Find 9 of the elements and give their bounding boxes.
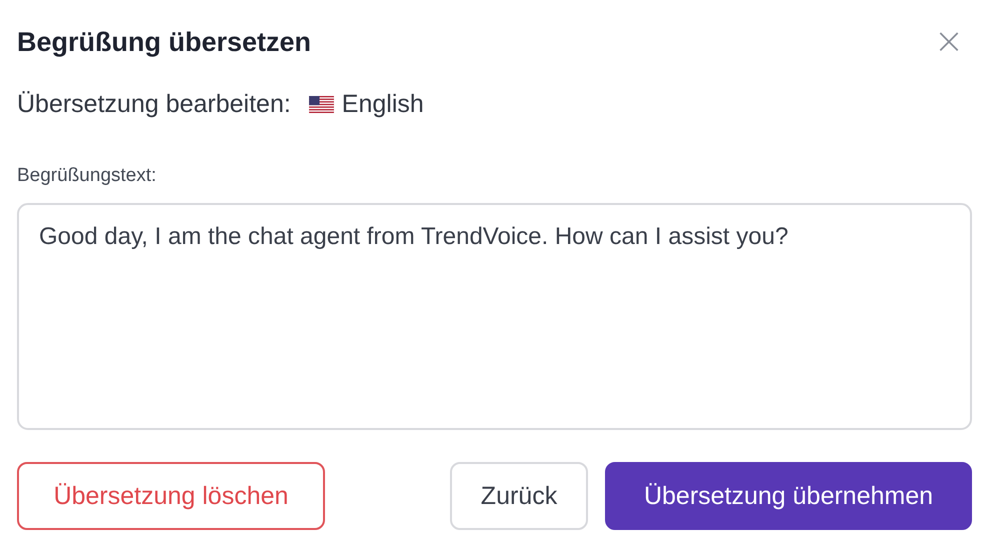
language-label: Übersetzung bearbeiten:	[17, 90, 291, 119]
action-button[interactable]: Zurück	[450, 462, 588, 530]
field-label: Begrüßungstext:	[17, 165, 158, 187]
greeting-text-field[interactable]: Good day, I am the chat agent from TrendVoice. How can I assist you?	[17, 203, 972, 430]
action-button[interactable]: Übersetzung löschen	[17, 462, 325, 530]
language-name: English	[342, 90, 424, 119]
dialog-title: Begrüßung übersetzen	[17, 26, 312, 58]
flag-icon	[308, 96, 334, 113]
action-button[interactable]: Übersetzung übernehmen	[605, 462, 972, 530]
